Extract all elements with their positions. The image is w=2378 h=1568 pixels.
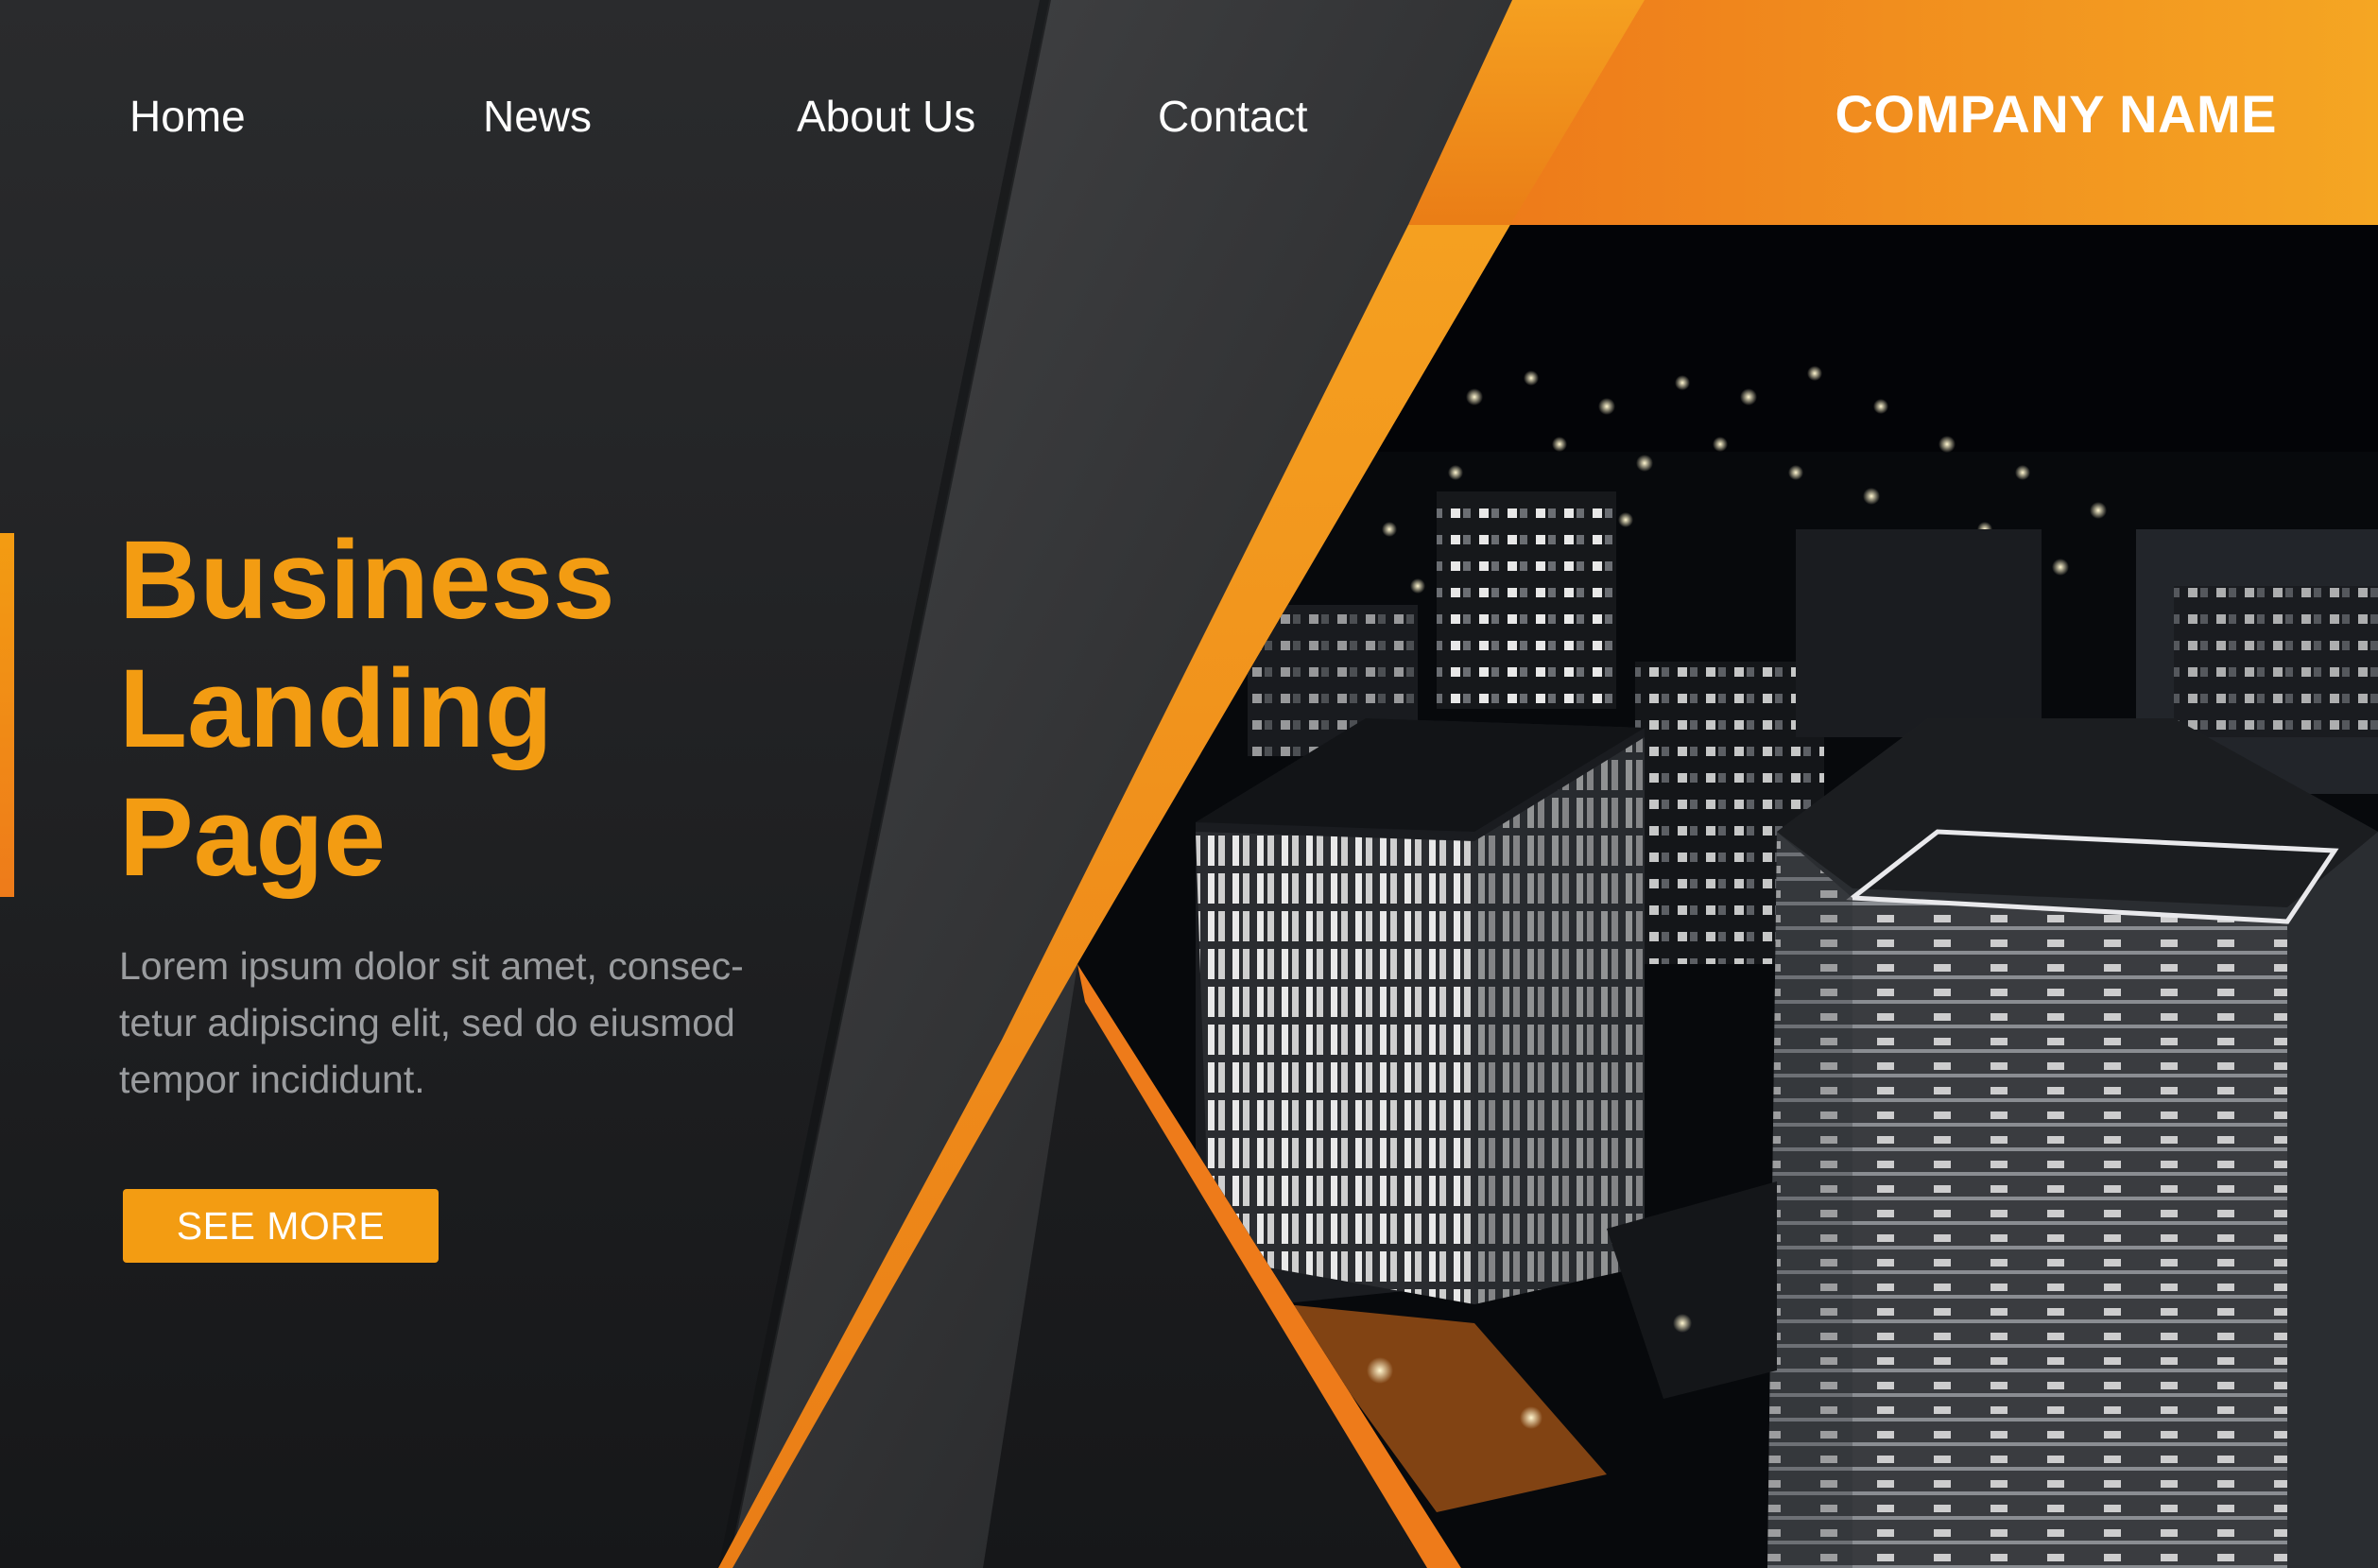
hero-title-line-1: Business [119,518,615,643]
hero-title: Business Landing Page [119,516,615,902]
nav-news-link[interactable]: News [483,91,592,142]
company-name[interactable]: COMPANY NAME [1835,83,2277,145]
hero-accent-bar [0,533,14,897]
nav-contact-link[interactable]: Contact [1158,91,1308,142]
hero-title-line-3: Page [119,775,387,900]
see-more-button[interactable]: SEE MORE [123,1189,439,1263]
nav-about-us-link[interactable]: About Us [797,91,975,142]
nav-home-link[interactable]: Home [129,91,246,142]
hero-description: Lorem ipsum dolor sit amet, consec-tetur… [119,944,744,1101]
hero-title-line-2: Landing [119,646,553,771]
